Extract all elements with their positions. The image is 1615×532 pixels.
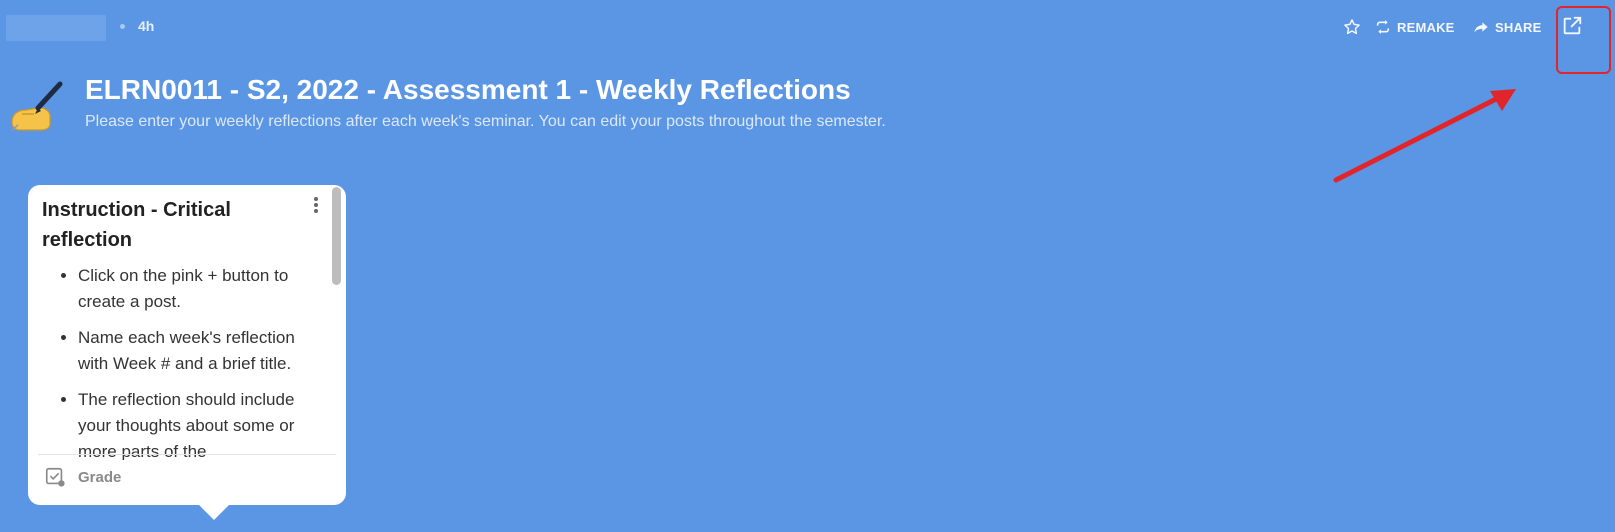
- more-vertical-icon[interactable]: [310, 195, 322, 215]
- remake-label: REMAKE: [1397, 19, 1455, 35]
- star-button[interactable]: [1342, 16, 1362, 38]
- share-arrow-icon: [1474, 22, 1488, 33]
- card-pointer: [197, 503, 231, 520]
- time-ago: 4h: [138, 18, 155, 34]
- instruction-card[interactable]: Instruction - Critical reflection Click …: [28, 185, 346, 520]
- grade-button[interactable]: Grade: [44, 466, 121, 488]
- card-title: Instruction - Critical reflection: [42, 199, 231, 251]
- list-item: Click on the pink + button to create a p…: [78, 263, 324, 315]
- card-content: Instruction - Critical reflection Click …: [42, 195, 324, 460]
- remake-button[interactable]: REMAKE: [1375, 16, 1455, 38]
- grade-label: Grade: [78, 468, 122, 486]
- list-item: The reflection should include your thoug…: [78, 387, 324, 460]
- share-button[interactable]: SHARE: [1473, 16, 1541, 38]
- list-item: Name each week's reflection with Week # …: [78, 325, 324, 377]
- account-placeholder[interactable]: [6, 15, 106, 41]
- page-subtitle: Please enter your weekly reflections aft…: [85, 113, 886, 130]
- instruction-list: Click on the pink + button to create a p…: [42, 263, 324, 460]
- star-icon: [1344, 19, 1360, 35]
- grade-check-icon: [45, 467, 65, 487]
- top-bar: 4h REMAKE SHARE: [0, 0, 1615, 52]
- card-scrollbar-thumb[interactable]: [332, 187, 341, 285]
- highlight-box: [1556, 6, 1611, 74]
- repeat-icon: [1376, 20, 1390, 34]
- share-label: SHARE: [1495, 19, 1541, 35]
- annotation-arrow: [1333, 89, 1516, 183]
- separator-dot: [120, 24, 125, 29]
- card-divider: [38, 454, 336, 455]
- writing-hand-icon: [11, 81, 63, 131]
- page-title: ELRN0011 - S2, 2022 - Assessment 1 - Wee…: [85, 74, 851, 105]
